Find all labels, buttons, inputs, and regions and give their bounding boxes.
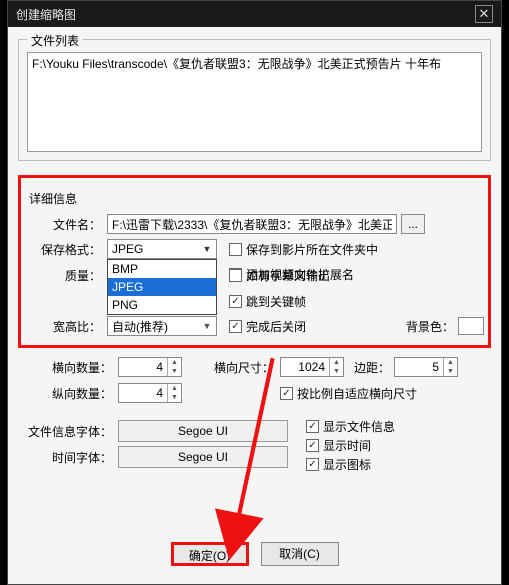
label-subtitle: 如有字幕则输出 bbox=[246, 267, 330, 284]
button-bar: 确定(O) 取消(C) bbox=[18, 528, 491, 576]
label-filename: 文件名： bbox=[25, 216, 107, 233]
display-options: ✓ 显示文件信息 ✓ 显示时间 ✓ 显示图标 bbox=[306, 418, 395, 473]
label-close-after: 完成后关闭 bbox=[246, 318, 306, 335]
file-list-item[interactable]: F:\Youku Files\transcode\《复仇者联盟3：无限战争》北美… bbox=[32, 55, 477, 72]
checkbox-keyframe[interactable]: ✓ bbox=[229, 295, 242, 308]
format-option-png[interactable]: PNG bbox=[108, 296, 216, 314]
window-title: 创建缩略图 bbox=[16, 6, 475, 23]
spin-up-icon[interactable]: ▲ bbox=[168, 384, 181, 393]
ratio-combo-value: 自动(推荐) bbox=[112, 318, 168, 335]
checkbox-save-src-folder[interactable] bbox=[229, 243, 242, 256]
file-list-box[interactable]: F:\Youku Files\transcode\《复仇者联盟3：无限战争》北美… bbox=[27, 52, 482, 152]
spin-down-icon[interactable]: ▼ bbox=[168, 367, 181, 376]
label-show-info: 显示文件信息 bbox=[323, 418, 395, 435]
ok-button[interactable]: 确定(O) bbox=[171, 542, 249, 566]
label-save-src-folder: 保存到影片所在文件夹中 bbox=[246, 241, 378, 258]
checkbox-subtitle[interactable] bbox=[229, 269, 242, 282]
dialog-content: 文件列表 F:\Youku Files\transcode\《复仇者联盟3：无限… bbox=[8, 27, 501, 584]
ratio-combo[interactable]: 自动(推荐) ▼ bbox=[107, 316, 217, 336]
label-auto-scale: 按比例自适应横向尺寸 bbox=[297, 385, 417, 402]
highlight-detail: 详细信息 文件名： ... 保存格式： JPEG ▼ BMP JPEG PNG bbox=[18, 175, 491, 348]
title-bar: 创建缩略图 ✕ bbox=[8, 1, 501, 27]
vcount-spin[interactable]: 4 ▲▼ bbox=[118, 383, 182, 403]
file-list-legend: 文件列表 bbox=[27, 32, 83, 49]
numeric-section: 横向数量： 4 ▲▼ 横向尺寸： 1024 ▲▼ 边距： 5 ▲▼ bbox=[18, 354, 491, 406]
info-font-button[interactable]: Segoe UI bbox=[118, 420, 288, 442]
file-list-group: 文件列表 F:\Youku Files\transcode\《复仇者联盟3：无限… bbox=[18, 39, 491, 161]
label-bgcolor: 背景色： bbox=[406, 318, 454, 335]
spin-up-icon[interactable]: ▲ bbox=[168, 358, 181, 367]
checkbox-show-info[interactable]: ✓ bbox=[306, 420, 319, 433]
format-dropdown: BMP JPEG PNG bbox=[107, 259, 217, 315]
label-hsize: 横向尺寸： bbox=[200, 359, 280, 376]
checkbox-show-icon[interactable]: ✓ bbox=[306, 458, 319, 471]
label-quality: 质量： bbox=[25, 267, 107, 284]
browse-button[interactable]: ... bbox=[401, 214, 425, 234]
format-combo[interactable]: JPEG ▼ BMP JPEG PNG bbox=[107, 239, 217, 259]
close-icon[interactable]: ✕ bbox=[475, 5, 493, 23]
label-format: 保存格式： bbox=[25, 241, 107, 258]
checkbox-show-time[interactable]: ✓ bbox=[306, 439, 319, 452]
label-hcount: 横向数量： bbox=[18, 359, 118, 376]
detail-group: 详细信息 文件名： ... 保存格式： JPEG ▼ BMP JPEG PNG bbox=[25, 182, 484, 338]
filename-input[interactable] bbox=[107, 214, 397, 234]
time-font-button[interactable]: Segoe UI bbox=[118, 446, 288, 468]
label-ratio: 宽高比： bbox=[25, 318, 107, 335]
format-option-jpeg[interactable]: JPEG bbox=[108, 278, 216, 296]
vcount-value: 4 bbox=[119, 384, 167, 402]
spin-up-icon[interactable]: ▲ bbox=[330, 358, 343, 367]
label-vcount: 纵向数量： bbox=[18, 385, 118, 402]
hcount-value: 4 bbox=[119, 358, 167, 376]
spin-up-icon[interactable]: ▲ bbox=[444, 358, 457, 367]
spin-down-icon[interactable]: ▼ bbox=[444, 367, 457, 376]
spin-down-icon[interactable]: ▼ bbox=[330, 367, 343, 376]
hsize-value: 1024 bbox=[281, 358, 329, 376]
bgcolor-swatch[interactable] bbox=[458, 317, 484, 335]
checkbox-auto-scale[interactable]: ✓ bbox=[280, 387, 293, 400]
format-combo-value: JPEG bbox=[112, 242, 143, 256]
label-time-font: 时间字体： bbox=[18, 449, 118, 466]
label-info-font: 文件信息字体： bbox=[18, 423, 118, 440]
chevron-down-icon: ▼ bbox=[200, 321, 214, 331]
spin-down-icon[interactable]: ▼ bbox=[168, 393, 181, 402]
hcount-spin[interactable]: 4 ▲▼ bbox=[118, 357, 182, 377]
format-option-bmp[interactable]: BMP bbox=[108, 260, 216, 278]
detail-legend: 详细信息 bbox=[25, 190, 484, 211]
dialog-window: 创建缩略图 ✕ 文件列表 F:\Youku Files\transcode\《复… bbox=[7, 0, 502, 585]
label-show-icon: 显示图标 bbox=[323, 456, 371, 473]
fonts-section: 文件信息字体： Segoe UI 时间字体： Segoe UI ✓ 显示文件信息… bbox=[18, 418, 491, 473]
hsize-spin[interactable]: 1024 ▲▼ bbox=[280, 357, 344, 377]
margin-spin[interactable]: 5 ▲▼ bbox=[394, 357, 458, 377]
label-show-time: 显示时间 bbox=[323, 437, 371, 454]
chevron-down-icon: ▼ bbox=[200, 244, 214, 254]
checkbox-close-after[interactable]: ✓ bbox=[229, 320, 242, 333]
label-keyframe: 跳到关键帧 bbox=[246, 293, 306, 310]
label-margin: 边距： bbox=[354, 359, 390, 376]
cancel-button[interactable]: 取消(C) bbox=[261, 542, 339, 566]
margin-value: 5 bbox=[395, 358, 443, 376]
